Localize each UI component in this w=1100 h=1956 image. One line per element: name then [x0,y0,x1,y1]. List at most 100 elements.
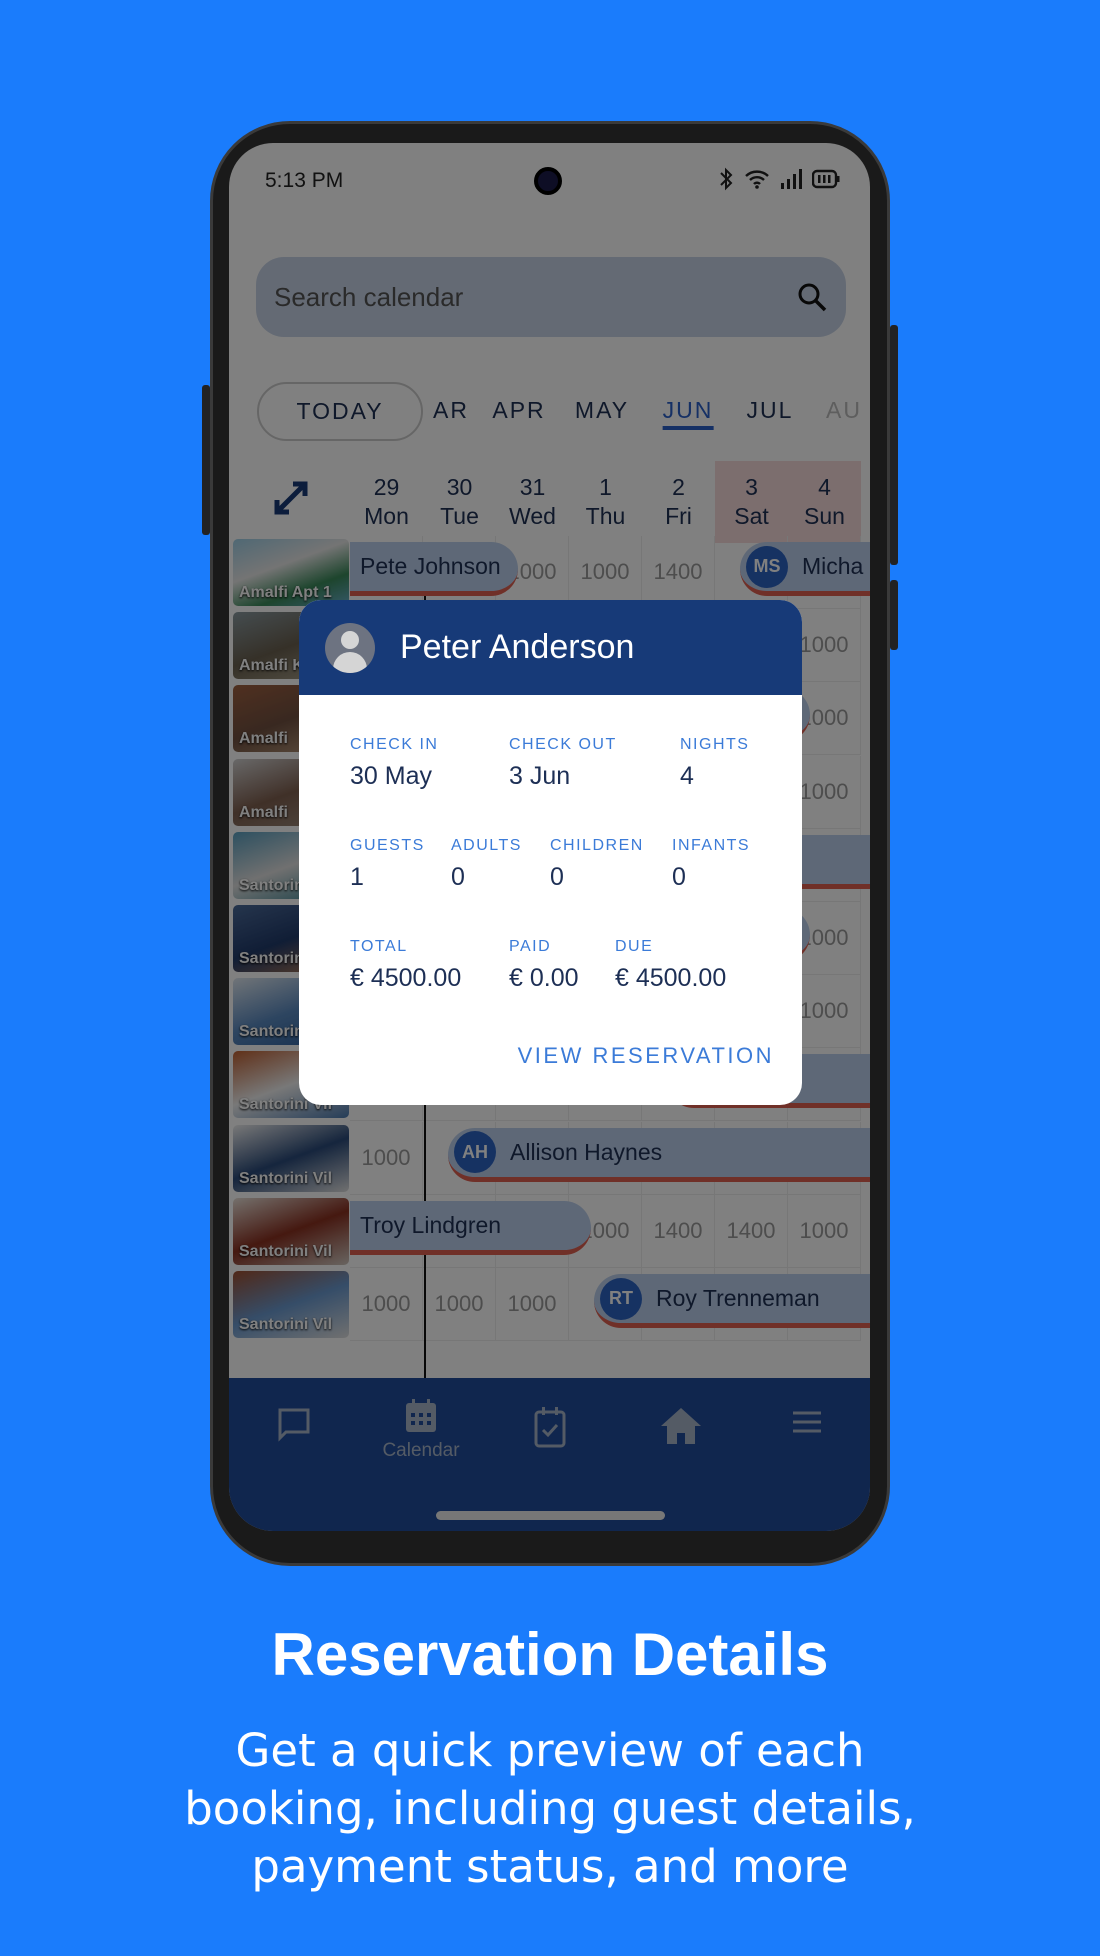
property-name: Santorini Vil [239,1242,333,1260]
day-weekday: Tue [440,503,479,529]
day-date: 1 [599,474,612,500]
property-name: Amalfi Ki [239,657,309,675]
nav-menu[interactable] [762,1406,852,1444]
reservation-preview-modal: Peter Anderson CHECK IN 30 May CHECK OUT… [299,600,802,1105]
day-date: 30 [446,474,473,500]
view-reservation-button[interactable]: VIEW RESERVATION [518,1043,774,1069]
price-cell[interactable]: 1000 [788,1194,861,1268]
nav-calendar[interactable]: Calendar [376,1398,466,1462]
home-indicator[interactable] [436,1511,665,1520]
property-name: Santorini Vil [239,1169,333,1187]
infants-label: INFANTS [672,837,751,854]
price-cell[interactable]: 1000 [569,536,642,609]
day-date: 29 [373,474,400,500]
price-cell[interactable]: 1400 [642,536,715,609]
phone-side-button [202,385,210,535]
booking-guest-name: Pete Johnson [360,553,501,579]
day-date: 3 [745,474,758,500]
guests-value: 1 [350,863,364,891]
booking-bar[interactable]: MS Micha [740,542,870,596]
property-thumbnail[interactable]: Santorini Vil [233,1197,349,1265]
day-header: 31 Wed [496,461,569,543]
children-value: 0 [550,863,564,891]
camera-icon [534,167,562,195]
day-weekday: Sun [804,503,845,529]
booking-guest-name: Allison Haynes [510,1138,663,1165]
month-tab[interactable]: AU [826,397,862,424]
nav-home[interactable] [636,1406,726,1452]
caption-title: Reservation Details [271,1621,829,1688]
search-calendar-input[interactable]: Search calendar [256,257,846,337]
booking-bar[interactable]: AH Allison Haynes [448,1127,870,1182]
day-header: 2 Fri [642,461,715,543]
signal-icon [781,169,802,189]
property-thumbnail[interactable]: Santorini Vil [233,1271,349,1338]
due-value: € 4500.00 [615,964,727,992]
nav-messages[interactable] [249,1406,339,1448]
bottom-nav: Calendar [229,1378,870,1531]
nights-value: 4 [680,762,694,790]
price-cell[interactable]: 1000 [496,1268,569,1341]
home-icon [661,1408,701,1444]
phone-side-button [890,580,898,650]
month-tab[interactable]: JUL [747,397,794,424]
month-tab[interactable]: APR [492,397,545,424]
day-header: 3 Sat [715,461,788,543]
booking-bar[interactable]: Pete Johnson [350,542,518,596]
day-header: 1 Thu [569,461,642,543]
month-tab[interactable]: AR [433,397,469,424]
booking-bar[interactable]: Troy Lindgren [350,1200,591,1255]
booking-bar[interactable]: RT Roy Trenneman [594,1274,870,1328]
calendar-icon [406,1399,436,1432]
property-name: Santorini [239,950,309,967]
price-cell[interactable]: 1000 [423,1268,496,1341]
guests-label: GUESTS [350,837,425,854]
day-weekday: Thu [585,503,626,529]
caption-subtitle: Get a quick preview of each booking, inc… [0,1722,1100,1896]
adults-label: ADULTS [451,837,522,854]
search-icon[interactable] [796,281,828,313]
caption-line: booking, including guest details, [184,1782,916,1835]
month-tab[interactable]: MAY [575,397,629,424]
property-name: Santorini [239,1023,309,1041]
battery-icon [812,169,840,189]
property-thumbnail[interactable]: Santorini Vil [233,1124,349,1192]
month-tab[interactable]: JUN [662,397,714,430]
calendar-check-icon [534,1407,566,1448]
wifi-icon [745,170,769,189]
price-cell[interactable]: 1000 [350,1121,423,1195]
modal-header: Peter Anderson [299,600,802,695]
price-cell[interactable]: 1400 [642,1194,715,1268]
children-label: CHILDREN [550,837,644,854]
phone-side-button [890,325,898,565]
day-header: 30 Tue [423,461,496,543]
check-out-label: CHECK OUT [509,736,617,753]
expand-icon[interactable] [271,478,311,518]
search-placeholder: Search calendar [274,281,464,312]
property-thumbnail[interactable]: Amalfi Apt 1 [233,539,349,606]
nav-tasks[interactable] [505,1406,595,1454]
guest-name: Peter Anderson [400,628,635,666]
guest-initials-avatar: AH [454,1131,496,1174]
adults-value: 0 [451,863,465,891]
price-cell[interactable]: 1000 [350,1268,423,1341]
day-weekday: Sat [734,503,769,529]
nav-calendar-label: Calendar [382,1440,460,1461]
day-date: 31 [519,474,546,500]
property-name: Amalfi [239,803,288,821]
day-header: 29 Mon [350,461,423,543]
status-time: 5:13 PM [265,169,344,192]
day-weekday: Wed [509,503,556,529]
paid-label: PAID [509,938,552,955]
paid-value: € 0.00 [509,964,579,992]
price-cell[interactable]: 1400 [715,1194,788,1268]
day-weekday: Mon [364,503,409,529]
chat-icon [278,1408,310,1442]
infants-value: 0 [672,863,686,891]
today-button[interactable]: TODAY [257,382,423,441]
day-weekday: Fri [665,503,692,529]
booking-guest-name: Troy Lindgren [360,1211,502,1238]
day-date: 4 [818,474,831,500]
property-name: Santorini Vil [239,1316,333,1333]
guest-avatar-icon [325,622,375,673]
